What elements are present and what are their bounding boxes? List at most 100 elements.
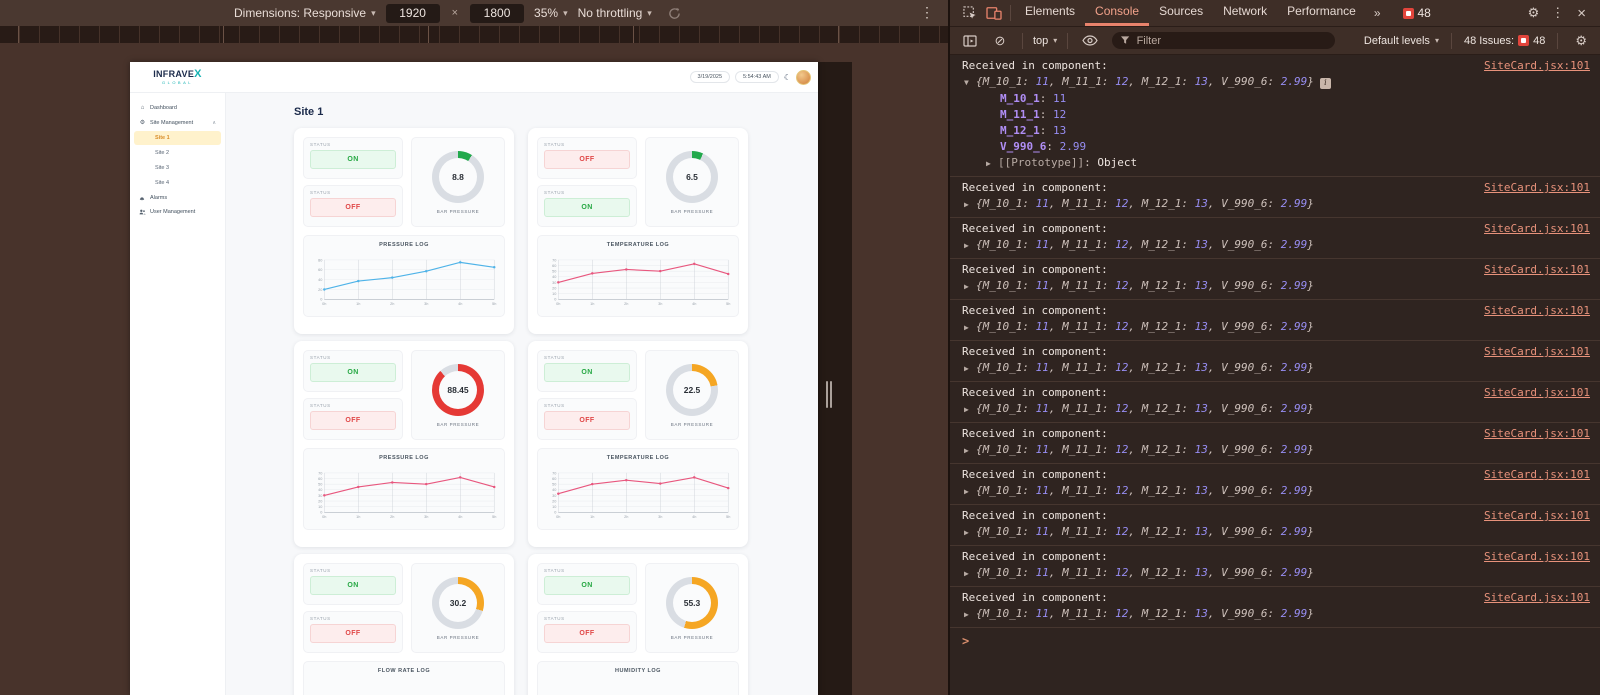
dark-mode-toggle-icon[interactable]: ☾ [784, 73, 791, 82]
error-count-badge[interactable]: 48 [1403, 6, 1431, 20]
gauge-value: 30.2 [450, 598, 467, 608]
expand-arrow-icon[interactable]: ▶ [964, 361, 976, 377]
zoom-select[interactable]: 35% ▾ [534, 6, 568, 20]
expand-arrow-icon[interactable]: ▶ [964, 320, 976, 336]
tab-network[interactable]: Network [1213, 0, 1277, 26]
source-link[interactable]: SiteCard.jsx:101 [1484, 467, 1590, 483]
source-link[interactable]: SiteCard.jsx:101 [1484, 221, 1590, 237]
more-tabs-button[interactable]: » [1366, 6, 1389, 20]
throttling-select[interactable]: No throttling ▾ [578, 6, 652, 20]
status-label: STATUS [310, 568, 396, 573]
expand-arrow-icon[interactable]: ▶ [964, 443, 976, 459]
console-filter-box[interactable] [1112, 32, 1335, 49]
gauge-tile: 30.2 BAR PRESSURE [411, 563, 505, 653]
console-message: SiteCard.jsx:101 Received in component: … [950, 464, 1600, 505]
sidebar-subitem-site-3[interactable]: Site 3 [134, 161, 221, 175]
context-selector[interactable]: top ▾ [1033, 35, 1057, 47]
console-prompt[interactable]: > [950, 628, 1600, 648]
tab-elements[interactable]: Elements [1015, 0, 1085, 26]
object-property: M_11_1: 12 [962, 107, 1590, 123]
object-preview[interactable]: {M_10_1: 11, M_11_1: 12, M_12_1: 13, V_9… [976, 443, 1314, 456]
object-preview[interactable]: {M_10_1: 11, M_11_1: 12, M_12_1: 13, V_9… [976, 197, 1314, 210]
source-link[interactable]: SiteCard.jsx:101 [1484, 262, 1590, 278]
device-height-input[interactable] [470, 4, 524, 23]
tab-sources[interactable]: Sources [1149, 0, 1213, 26]
object-preview[interactable]: {M_10_1: 11, M_11_1: 12, M_12_1: 13, V_9… [976, 361, 1314, 374]
object-preview[interactable]: {M_10_1: 11, M_11_1: 12, M_12_1: 13, V_9… [976, 525, 1314, 538]
expand-arrow-icon[interactable]: ▶ [986, 156, 998, 172]
object-property: M_10_1: 11 [962, 91, 1590, 107]
expand-arrow-icon[interactable]: ▶ [964, 525, 976, 541]
source-link[interactable]: SiteCard.jsx:101 [1484, 385, 1590, 401]
date-pill: 3/19/2025 [690, 71, 730, 83]
expand-arrow-icon[interactable]: ▶ [964, 402, 976, 418]
source-link[interactable]: SiteCard.jsx:101 [1484, 426, 1590, 442]
sidebar-subitem-site-4[interactable]: Site 4 [134, 176, 221, 190]
gauge-value: 55.3 [684, 598, 701, 608]
tab-performance[interactable]: Performance [1277, 0, 1366, 26]
app-header: INFRAVEX GLOBAL 3/19/2025 5:54:43 AM ☾ [130, 62, 818, 93]
close-devtools-icon[interactable]: × [1571, 5, 1592, 22]
clear-console-icon[interactable]: ⊘ [988, 28, 1012, 54]
svg-text:10: 10 [552, 292, 556, 296]
info-badge-icon[interactable]: i [1320, 78, 1331, 89]
tab-console[interactable]: Console [1085, 0, 1149, 26]
inspect-element-icon[interactable] [958, 0, 982, 26]
sidebar-item-site-management[interactable]: ⚙ Site Management ∧ [130, 115, 225, 130]
device-width-input[interactable] [386, 4, 440, 23]
expand-arrow-icon[interactable]: ▶ [964, 607, 976, 623]
source-link[interactable]: SiteCard.jsx:101 [1484, 508, 1590, 524]
object-preview[interactable]: {M_10_1: 11, M_11_1: 12, M_12_1: 13, V_9… [976, 402, 1314, 415]
gauge-ring: 30.2 [432, 577, 484, 629]
log-levels-selector[interactable]: Default levels ▾ [1364, 35, 1439, 47]
source-link[interactable]: SiteCard.jsx:101 [1484, 549, 1590, 565]
source-link[interactable]: SiteCard.jsx:101 [1484, 344, 1590, 360]
site-card: STATUS ON STATUS OFF 55.3 BAR PRESSURE H… [528, 554, 748, 695]
sidebar-item-user-management[interactable]: User Management [130, 205, 225, 219]
object-preview[interactable]: {M_10_1: 11, M_11_1: 12, M_12_1: 13, V_9… [976, 75, 1314, 88]
live-expression-eye-icon[interactable] [1078, 28, 1102, 54]
console-filter-input[interactable] [1135, 34, 1327, 48]
gauge-value: 88.45 [447, 385, 468, 395]
collapse-arrow-icon[interactable]: ▼ [964, 75, 976, 91]
svg-text:5h: 5h [726, 515, 730, 519]
console-settings-icon[interactable]: ⚙ [1570, 33, 1592, 49]
svg-text:60: 60 [318, 477, 322, 481]
object-preview[interactable]: {M_10_1: 11, M_11_1: 12, M_12_1: 13, V_9… [976, 238, 1314, 251]
expand-arrow-icon[interactable]: ▶ [964, 238, 976, 254]
emulated-app-viewport: INFRAVEX GLOBAL 3/19/2025 5:54:43 AM ☾ ⌂… [130, 62, 818, 695]
expand-arrow-icon[interactable]: ▶ [964, 566, 976, 582]
expand-arrow-icon[interactable]: ▶ [964, 484, 976, 500]
device-toolbar-menu-icon[interactable]: ⋮ [920, 4, 934, 21]
sidebar-item-dashboard[interactable]: ⌂ Dashboard [130, 101, 225, 115]
expand-arrow-icon[interactable]: ▶ [964, 279, 976, 295]
object-preview[interactable]: {M_10_1: 11, M_11_1: 12, M_12_1: 13, V_9… [976, 320, 1314, 333]
object-preview[interactable]: {M_10_1: 11, M_11_1: 12, M_12_1: 13, V_9… [976, 484, 1314, 497]
svg-text:80: 80 [318, 258, 322, 262]
expand-arrow-icon[interactable]: ▶ [964, 197, 976, 213]
object-preview[interactable]: {M_10_1: 11, M_11_1: 12, M_12_1: 13, V_9… [976, 279, 1314, 292]
sidebar-subitem-site-1[interactable]: Site 1 [134, 131, 221, 145]
status-value: ON [544, 576, 630, 595]
svg-text:4h: 4h [458, 302, 462, 306]
sidebar-subitem-site-2[interactable]: Site 2 [134, 146, 221, 160]
source-link[interactable]: SiteCard.jsx:101 [1484, 180, 1590, 196]
object-preview[interactable]: {M_10_1: 11, M_11_1: 12, M_12_1: 13, V_9… [976, 566, 1314, 579]
source-link[interactable]: SiteCard.jsx:101 [1484, 58, 1590, 74]
site-card: STATUS ON STATUS OFF 22.5 BAR PRESSURE T… [528, 341, 748, 547]
sidebar-item-alarms[interactable]: Alarms [130, 191, 225, 205]
devtools-menu-icon[interactable]: ⋮ [1546, 5, 1569, 21]
rotate-device-icon[interactable] [668, 7, 681, 20]
dimensions-select[interactable]: Dimensions: Responsive ▾ [234, 6, 376, 20]
user-avatar[interactable] [796, 70, 811, 85]
toggle-device-toolbar-icon[interactable] [982, 0, 1006, 26]
source-link[interactable]: SiteCard.jsx:101 [1484, 303, 1590, 319]
devtools-settings-icon[interactable]: ⚙ [1523, 5, 1545, 21]
object-preview[interactable]: {M_10_1: 11, M_11_1: 12, M_12_1: 13, V_9… [976, 607, 1314, 620]
svg-text:40: 40 [552, 488, 556, 492]
console-sidebar-toggle-icon[interactable] [958, 28, 982, 54]
gauge-tile: 22.5 BAR PRESSURE [645, 350, 739, 440]
issues-counter[interactable]: 48 Issues: 48 [1464, 35, 1545, 47]
source-link[interactable]: SiteCard.jsx:101 [1484, 590, 1590, 606]
viewport-resize-handle[interactable] [826, 381, 834, 408]
